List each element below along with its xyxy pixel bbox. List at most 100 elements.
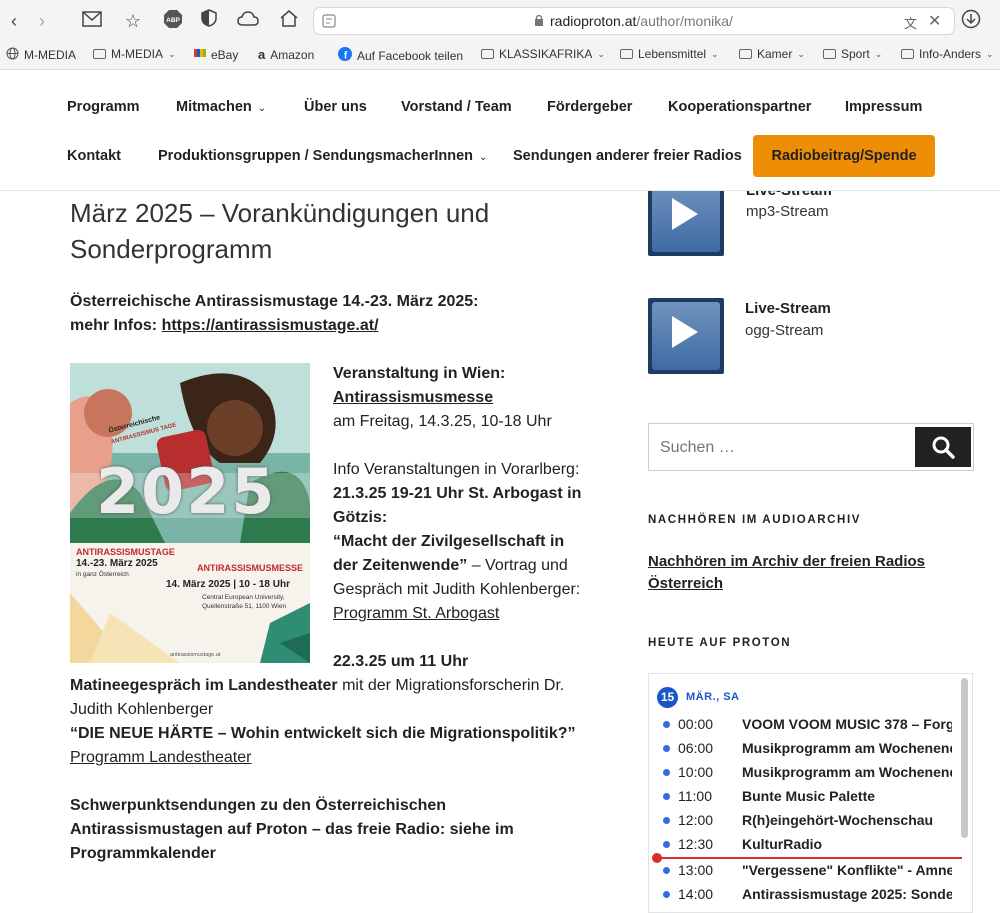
bookmark-m-media-1[interactable]: M-MEDIA <box>6 47 76 63</box>
mail-icon[interactable] <box>80 9 104 33</box>
ebay-icon <box>194 47 206 62</box>
bookmark-kamer[interactable]: Kamer ⌄ <box>739 47 805 61</box>
schedule-row[interactable]: 12:00 R(h)eingehört-Wochenschau <box>649 809 954 833</box>
bookmark-label: eBay <box>211 47 239 62</box>
clear-url-icon[interactable]: ✕ <box>928 11 941 31</box>
programm-landestheater-link[interactable]: Programm Landestheater <box>70 746 251 770</box>
calendar-scrollbar[interactable] <box>961 678 968 838</box>
post-title-line: März 2025 – Vorankündigungen und <box>70 198 490 228</box>
vbg-quote-line: der Zeitenwende” – Vortrag und <box>333 554 568 578</box>
closing-line: Schwerpunktsendungen zu den Österreichis… <box>70 797 447 814</box>
bookmark-sport[interactable]: Sport ⌄ <box>823 47 882 61</box>
day-number-badge: 15 <box>657 687 678 708</box>
search-icon <box>931 435 955 464</box>
nav-impressum[interactable]: Impressum <box>845 99 922 115</box>
schedule-title: VOOM VOOM MUSIC 378 – Forg <box>742 716 952 732</box>
search-button[interactable] <box>915 427 971 467</box>
nav-produktionsgruppen[interactable]: Produktionsgruppen / SendungsmacherInnen… <box>158 148 487 164</box>
bookmark-klassikafrika[interactable]: KLASSIKAFRIKA ⌄ <box>481 47 605 61</box>
poster-left-title: ANTIRASSISMUSTAGE <box>76 547 175 557</box>
bookmark-label: Amazon <box>270 47 315 62</box>
bookmark-label: Lebensmittel <box>638 47 707 61</box>
downloads-icon[interactable] <box>959 9 983 33</box>
antirassismusmesse-link[interactable]: Antirassismusmesse <box>333 386 493 410</box>
folder-icon <box>739 49 752 59</box>
stream2-title: Live-Stream <box>745 300 831 317</box>
nav-foerdergeber[interactable]: Fördergeber <box>547 99 632 115</box>
schedule-row[interactable]: 14:00 Antirassismustage 2025: Sonder <box>649 883 954 907</box>
globe-icon <box>6 47 19 63</box>
bookmark-label: M-MEDIA <box>24 48 76 62</box>
svg-text:ABP: ABP <box>166 17 180 24</box>
bookmark-amazon[interactable]: a Amazon <box>258 47 314 62</box>
nav-kooperationspartner[interactable]: Kooperationspartner <box>668 99 811 115</box>
schedule-title: Bunte Music Palette <box>742 788 876 804</box>
intro-heading: Österreichische Antirassismustage 14.-23… <box>70 293 479 310</box>
forward-icon[interactable]: › <box>30 9 54 33</box>
browser-toolbar: ‹ › ☆ ABP radioproton.at/author/monika/ … <box>0 0 1000 42</box>
schedule-row[interactable]: 13:00 "Vergessene" Konflikte" - Amne <box>649 859 954 883</box>
star-icon[interactable]: ☆ <box>121 9 145 33</box>
programm-st-arbogast-link[interactable]: Programm St. Arbogast <box>333 602 499 626</box>
schedule-time: 06:00 <box>678 740 714 756</box>
poster-right-place1: Central European University, <box>202 594 285 601</box>
schedule-row[interactable]: 00:00 VOOM VOOM MUSIC 378 – Forg <box>649 713 954 737</box>
chevron-down-icon: ⌄ <box>711 48 719 59</box>
event2-line3: Judith Kohlenberger <box>70 701 214 718</box>
poster-year: 2025 <box>96 455 277 528</box>
schedule-title: R(h)eingehört-Wochenschau <box>742 812 934 828</box>
folder-icon <box>93 49 106 59</box>
schedule-title: KulturRadio <box>742 836 823 852</box>
back-icon[interactable]: ‹ <box>2 9 26 33</box>
nav-kontakt[interactable]: Kontakt <box>67 148 121 164</box>
cloud-icon[interactable] <box>236 9 260 33</box>
wien-heading: Veranstaltung in Wien: <box>333 365 506 382</box>
now-indicator-dot <box>652 853 662 863</box>
schedule-time: 11:00 <box>678 788 712 804</box>
bookmark-facebook[interactable]: f Auf Facebook teilen <box>338 47 463 64</box>
bookmark-lebensmittel[interactable]: Lebensmittel ⌄ <box>620 47 719 61</box>
now-indicator-line <box>657 857 962 859</box>
schedule-dot-icon <box>663 891 670 898</box>
poster-right-place2: Quellenstraße 51, 1100 Wien <box>202 603 287 610</box>
bookmark-label: KLASSIKAFRIKA <box>499 47 593 61</box>
shield-icon[interactable] <box>197 9 221 33</box>
spende-button[interactable]: Radiobeitrag/Spende <box>753 135 935 177</box>
schedule-title: Musikprogramm am Wochenend <box>742 764 952 780</box>
more-info-line: mehr Infos: https://antirassismustage.at… <box>70 314 379 338</box>
schedule-row[interactable]: 11:00 Bunte Music Palette <box>649 785 954 809</box>
archive-link[interactable]: Nachhören im Archiv der freien Radios Ös… <box>648 551 948 595</box>
mp3-stream-play-icon[interactable] <box>648 180 724 256</box>
page-settings-icon[interactable] <box>322 14 336 33</box>
bookmark-label: Auf Facebook teilen <box>357 48 464 63</box>
address-bar[interactable]: radioproton.at/author/monika/ 文 ✕ <box>313 7 955 35</box>
vbg-intro: Info Veranstaltungen in Vorarlberg: <box>333 461 580 478</box>
url-path: /author/monika/ <box>636 13 733 29</box>
chevron-down-icon: ⌄ <box>797 48 805 59</box>
schedule-row[interactable]: 06:00 Musikprogramm am Wochenend <box>649 737 954 761</box>
bookmark-ebay[interactable]: eBay <box>194 47 238 62</box>
archive-heading: NACHHÖREN IM AUDIOARCHIV <box>648 514 862 526</box>
nav-mitmachen[interactable]: Mitmachen ⌄ <box>176 99 266 115</box>
poster-footer: antirassismustage.at <box>170 652 221 658</box>
vbg-event1-line: Götzis: <box>333 509 388 526</box>
search-input[interactable] <box>650 425 922 471</box>
nav-programm[interactable]: Programm <box>67 99 140 115</box>
home-icon[interactable] <box>277 9 301 33</box>
bookmark-m-media-2[interactable]: M-MEDIA ⌄ <box>93 47 176 61</box>
chevron-down-icon: ⌄ <box>874 48 883 59</box>
ogg-stream-play-icon[interactable] <box>648 298 724 374</box>
chevron-down-icon: ⌄ <box>986 48 994 59</box>
nav-vorstand-team[interactable]: Vorstand / Team <box>401 99 512 115</box>
nav-sendungen-anderer[interactable]: Sendungen anderer freier Radios <box>513 148 742 164</box>
bookmark-info-anders[interactable]: Info-Anders ⌄ <box>901 47 994 61</box>
schedule-row[interactable]: 10:00 Musikprogramm am Wochenend <box>649 761 954 785</box>
vbg-quote-rest: – Vortrag und <box>467 557 568 574</box>
closing-line: Antirassismustagen auf Proton – das frei… <box>70 821 514 838</box>
translate-icon[interactable]: 文 <box>904 13 917 32</box>
nav-ueber-uns[interactable]: Über uns <box>304 99 367 115</box>
adblock-icon[interactable]: ABP <box>161 9 185 33</box>
bookmark-label: Kamer <box>757 47 793 61</box>
schedule-row[interactable]: 12:30 KulturRadio <box>649 833 954 857</box>
antirassismustage-link[interactable]: https://antirassismustage.at/ <box>162 317 379 334</box>
